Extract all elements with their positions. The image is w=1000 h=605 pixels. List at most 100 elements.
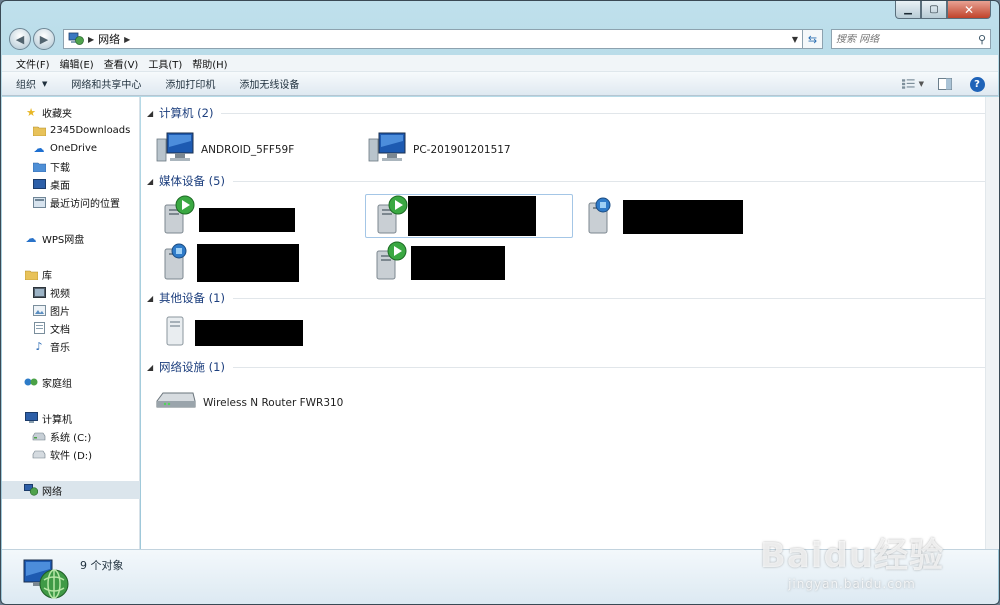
forward-button[interactable]: ▶ bbox=[33, 28, 55, 50]
nav-libraries[interactable]: 库 bbox=[24, 265, 140, 283]
generic-device-icon bbox=[161, 315, 195, 350]
add-wireless-button[interactable]: 添加无线设备 bbox=[239, 76, 299, 91]
maximize-button[interactable]: ▢ bbox=[921, 1, 947, 19]
search-input[interactable] bbox=[836, 33, 978, 45]
add-printer-button[interactable]: 添加打印机 bbox=[165, 76, 215, 91]
media-device-item-selected[interactable] bbox=[365, 194, 573, 238]
nav-homegroup[interactable]: 家庭组 bbox=[24, 373, 140, 391]
nav-pictures-label: 图片 bbox=[50, 306, 70, 318]
nav-pictures[interactable]: 图片 bbox=[32, 301, 140, 319]
nav-documents-label: 文档 bbox=[50, 324, 70, 336]
nav-desktop[interactable]: 桌面 bbox=[32, 175, 140, 193]
address-history-dropdown-icon[interactable]: ▼ bbox=[788, 35, 802, 44]
network-center-button[interactable]: 网络和共享中心 bbox=[71, 76, 141, 91]
nav-downloads[interactable]: 下载 bbox=[32, 157, 140, 175]
nav-libraries-label: 库 bbox=[42, 270, 52, 282]
computer-icon bbox=[24, 411, 38, 425]
vertical-scrollbar[interactable] bbox=[985, 97, 999, 549]
watermark-main: Baidu经验 bbox=[759, 536, 944, 576]
router-item[interactable]: Wireless N Router FWR310 bbox=[155, 389, 343, 416]
help-icon: ? bbox=[969, 76, 985, 92]
star-icon: ★ bbox=[26, 105, 36, 119]
search-box[interactable]: ⚲ bbox=[831, 29, 991, 49]
computer-name-label: PC-201901201517 bbox=[413, 143, 511, 156]
computer-icon bbox=[367, 131, 407, 168]
chevron-down-icon: ▼ bbox=[42, 79, 48, 88]
breadcrumb-separator-icon[interactable]: ▶ bbox=[124, 35, 130, 44]
collapse-arrow-icon: ◢ bbox=[147, 362, 154, 372]
view-options-button[interactable]: ▼ bbox=[902, 75, 924, 93]
cloud-icon: ☁ bbox=[33, 141, 45, 155]
media-device-item[interactable] bbox=[585, 195, 743, 238]
view-grid-icon bbox=[902, 79, 915, 89]
nav-drive-d[interactable]: 软件 (D:) bbox=[32, 445, 140, 463]
search-icon[interactable]: ⚲ bbox=[978, 33, 986, 46]
breadcrumb-separator-icon[interactable]: ▶ bbox=[88, 35, 94, 44]
address-bar[interactable]: ▶ 网络 ▶ ▼ bbox=[63, 29, 803, 49]
redacted-name bbox=[197, 243, 299, 282]
network-globe-icon bbox=[68, 32, 84, 46]
nav-onedrive[interactable]: ☁ OneDrive bbox=[32, 139, 140, 157]
media-server-play-icon bbox=[373, 241, 409, 284]
close-icon: ✕ bbox=[963, 2, 975, 17]
command-bar: 组织 ▼ 网络和共享中心 添加打印机 添加无线设备 ▼ ? bbox=[2, 72, 998, 96]
close-button[interactable]: ✕ bbox=[947, 1, 991, 19]
nav-computer[interactable]: 计算机 bbox=[24, 409, 140, 427]
preview-pane-button[interactable] bbox=[934, 75, 956, 93]
redacted-name bbox=[408, 196, 536, 236]
computer-item[interactable]: PC-201901201517 bbox=[367, 131, 511, 168]
organize-button[interactable]: 组织 ▼ bbox=[16, 76, 48, 92]
nav-network[interactable]: 网络 bbox=[2, 481, 140, 499]
folder-icon bbox=[32, 123, 46, 137]
group-header-other[interactable]: ◢ 其他设备 (1) bbox=[147, 290, 987, 306]
nav-favorites-label: 收藏夹 bbox=[42, 108, 72, 120]
media-device-item[interactable] bbox=[373, 241, 505, 284]
collapse-arrow-icon: ◢ bbox=[147, 108, 154, 118]
group-title-computers: 计算机 (2) bbox=[159, 106, 214, 120]
computer-item[interactable]: ANDROID_5FF59F bbox=[155, 131, 294, 168]
media-server-play-icon bbox=[374, 195, 410, 238]
item-count-label: 9 个对象 bbox=[80, 559, 124, 572]
menu-view[interactable]: 查看(V) bbox=[104, 56, 139, 71]
minimize-button[interactable]: ▁ bbox=[895, 1, 921, 19]
group-header-media[interactable]: ◢ 媒体设备 (5) bbox=[147, 173, 987, 189]
media-server-play-icon bbox=[161, 195, 197, 238]
nav-wps-label: WPS网盘 bbox=[42, 234, 85, 246]
document-icon bbox=[32, 321, 46, 335]
back-arrow-icon: ◀ bbox=[15, 32, 25, 46]
media-player-icon bbox=[161, 241, 197, 284]
nav-music[interactable]: ♪ 音乐 bbox=[32, 337, 140, 355]
help-button[interactable]: ? bbox=[966, 75, 988, 93]
media-device-item[interactable] bbox=[161, 241, 299, 284]
details-pane: 9 个对象 Baidu经验 jingyan.baidu.com bbox=[2, 536, 998, 604]
breadcrumb-network[interactable]: 网络 bbox=[98, 31, 120, 47]
other-device-item[interactable] bbox=[161, 315, 303, 350]
nav-wps[interactable]: ☁ WPS网盘 bbox=[24, 229, 140, 247]
media-device-item[interactable] bbox=[161, 195, 295, 238]
nav-documents[interactable]: 文档 bbox=[32, 319, 140, 337]
menu-edit[interactable]: 编辑(E) bbox=[60, 56, 94, 71]
nav-drive-c[interactable]: 系统 (C:) bbox=[32, 427, 140, 445]
nav-desktop-label: 桌面 bbox=[50, 180, 70, 192]
nav-recent[interactable]: 最近访问的位置 bbox=[32, 193, 140, 211]
computer-icon bbox=[155, 131, 195, 168]
maximize-icon: ▢ bbox=[929, 3, 939, 15]
menu-file[interactable]: 文件(F) bbox=[16, 56, 50, 71]
nav-2345downloads[interactable]: 2345Downloads bbox=[32, 121, 140, 139]
menu-tools[interactable]: 工具(T) bbox=[148, 56, 182, 71]
group-header-computers[interactable]: ◢ 计算机 (2) bbox=[147, 105, 987, 121]
group-header-infrastructure[interactable]: ◢ 网络设施 (1) bbox=[147, 359, 987, 375]
nav-favorites[interactable]: ★ 收藏夹 bbox=[24, 103, 140, 121]
media-player-icon bbox=[585, 195, 621, 238]
organize-label: 组织 bbox=[16, 80, 36, 91]
nav-homegroup-label: 家庭组 bbox=[42, 378, 72, 390]
nav-computer-label: 计算机 bbox=[42, 414, 72, 426]
explorer-window: ▁ ▢ ✕ ◀ ▶ ▶ 网络 ▶ ▼ ⇆ ⚲ 文件(F) 编辑(E) 查看(V)… bbox=[0, 0, 1000, 605]
group-title-other: 其他设备 (1) bbox=[159, 291, 225, 305]
refresh-button[interactable]: ⇆ bbox=[803, 29, 823, 49]
minimize-icon: ▁ bbox=[904, 3, 912, 15]
back-button[interactable]: ◀ bbox=[9, 28, 31, 50]
menu-help[interactable]: 帮助(H) bbox=[192, 56, 227, 71]
homegroup-icon bbox=[24, 375, 38, 389]
nav-videos[interactable]: 视频 bbox=[32, 283, 140, 301]
